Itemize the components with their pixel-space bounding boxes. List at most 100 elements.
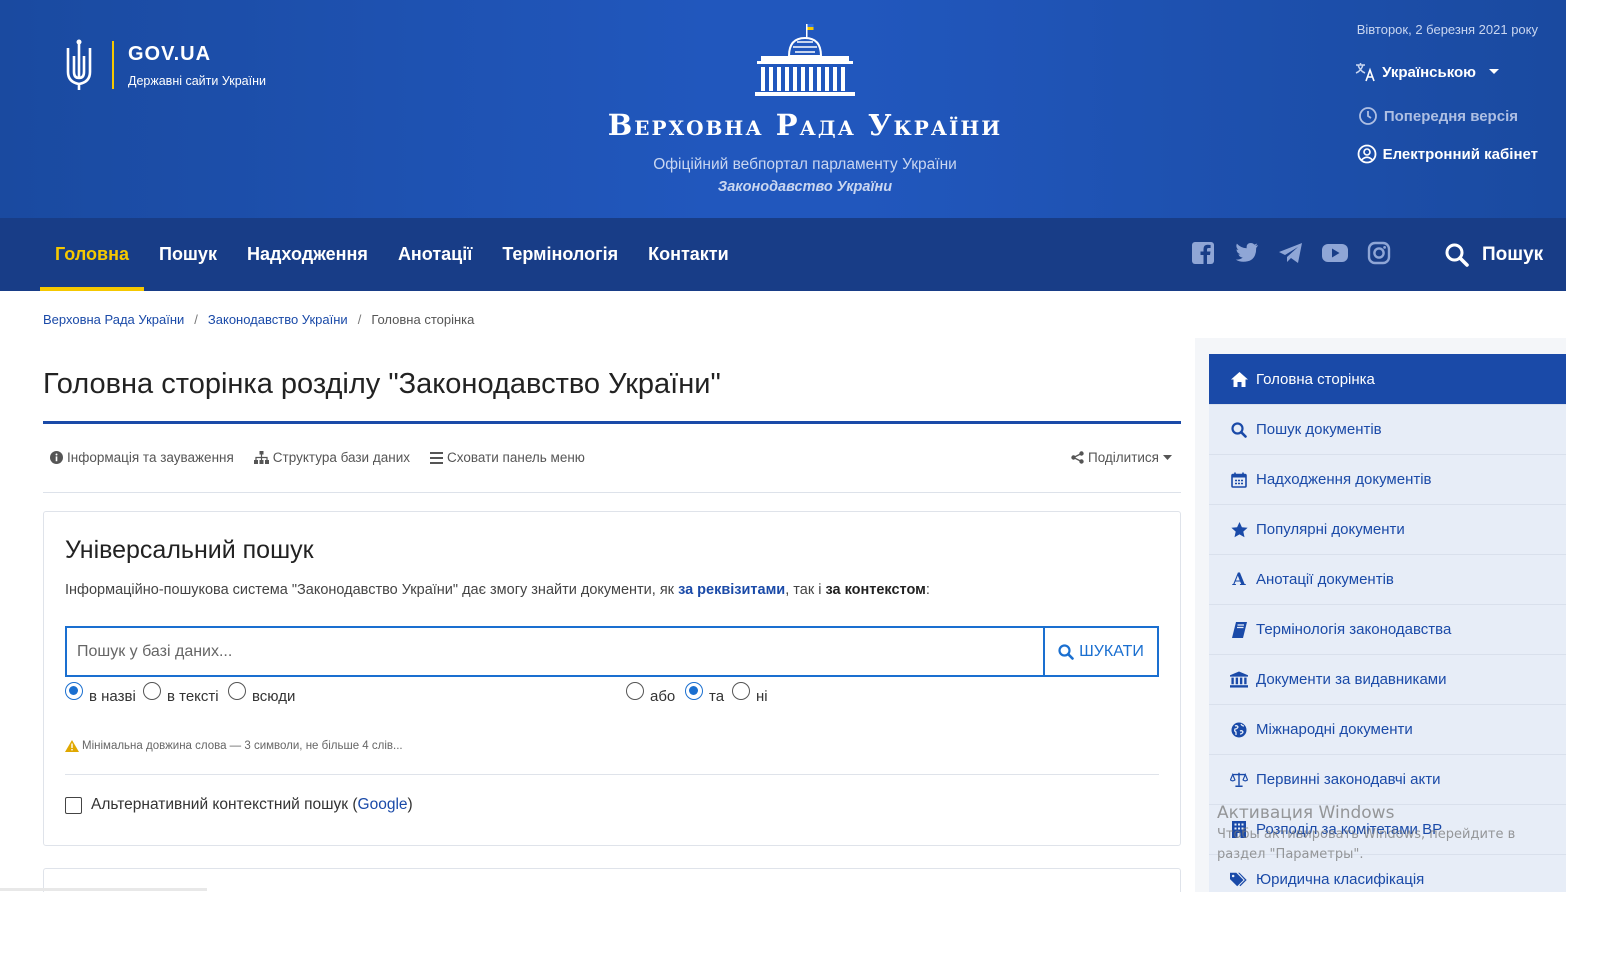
nav-search-label: Пошук [1482, 244, 1544, 265]
cabinet-link[interactable]: Електронний кабінет [1357, 144, 1538, 164]
desc-prefix: Інформаційно-пошукова система "Законодав… [65, 582, 679, 598]
radio-circle-checked [65, 682, 83, 700]
nav-item-arrivals[interactable]: Надходження [232, 218, 383, 291]
breadcrumb-item-legislation[interactable]: Законодавство України [208, 312, 348, 327]
sidebar-item-search[interactable]: Пошук документів [1209, 405, 1566, 455]
sidebar-item-terminology[interactable]: Термінологія законодавства [1209, 605, 1566, 655]
sidebar-item-arrivals[interactable]: Надходження документів [1209, 455, 1566, 505]
info-label: Інформація та зауваження [67, 450, 234, 465]
radio-circle [626, 682, 644, 700]
sidebar-item-label: Анотації документів [1256, 571, 1394, 588]
book-icon [1230, 621, 1248, 639]
site-header: GOV.UA Державні сайти України Верховна Р… [0, 0, 1566, 218]
alt-search-label: Альтернативний контекстний пошук (Google… [91, 796, 413, 814]
radio-and[interactable]: та [685, 682, 724, 705]
windows-activation-watermark: Активация Windows Чтобы активировать Win… [1217, 803, 1567, 865]
search-input[interactable] [67, 628, 1043, 675]
cabinet-label: Електронний кабінет [1382, 145, 1538, 163]
search-submit-label: ШУКАТИ [1079, 642, 1144, 660]
previous-version-link[interactable]: Попередня версія [1358, 106, 1518, 126]
sidebar-item-international[interactable]: Міжнародні документи [1209, 705, 1566, 755]
nav-item-home[interactable]: Головна [40, 218, 144, 291]
sidebar-item-popular[interactable]: Популярні документи [1209, 505, 1566, 555]
sidebar-item-label: Юридична класифікація [1256, 871, 1425, 888]
sidebar-item-publishers[interactable]: Документи за видавниками [1209, 655, 1566, 705]
title-divider [43, 421, 1181, 424]
telegram-icon[interactable] [1278, 240, 1304, 266]
calendar-icon [1230, 471, 1248, 489]
radio-everywhere[interactable]: всюди [228, 682, 295, 705]
search-hint: Мінімальна довжина слова — 3 символи, не… [65, 740, 403, 752]
history-icon [1358, 107, 1377, 125]
site-subtitle: Офіційний вебпортал парламенту України [653, 156, 957, 173]
instagram-icon[interactable] [1366, 240, 1392, 266]
structure-link[interactable]: Структура бази даних [253, 450, 410, 465]
share-dropdown[interactable]: Поділитися [1071, 450, 1172, 465]
search-icon [1058, 643, 1074, 660]
user-circle-icon [1357, 144, 1376, 164]
alt-search-suffix: ) [407, 796, 413, 813]
radio-in-text[interactable]: в тексті [143, 682, 219, 705]
radio-not[interactable]: ні [732, 682, 768, 705]
youtube-icon[interactable] [1322, 240, 1348, 266]
nav-item-annotations[interactable]: Анотації [383, 218, 487, 291]
page-toolbar: Інформація та зауваження Структура бази … [50, 450, 1172, 465]
page-bottom [0, 892, 1614, 969]
info-link[interactable]: Інформація та зауваження [50, 450, 234, 465]
hide-menu-link[interactable]: Сховати панель меню [430, 450, 585, 465]
govua-separator [112, 41, 114, 89]
site-title: Верховна Рада України [607, 108, 1003, 142]
sidebar-item-annotations[interactable]: A Анотації документів [1209, 555, 1566, 605]
main-nav: Головна Пошук Надходження Анотації Термі… [0, 218, 1566, 291]
radio-and-label: та [709, 688, 725, 705]
nav-search-button[interactable]: Пошук [1444, 242, 1543, 268]
desc-middle: , так і [785, 582, 826, 598]
language-label: Українською [1382, 63, 1476, 81]
translate-icon [1355, 63, 1375, 82]
search-icon [1445, 243, 1469, 267]
bars-icon [430, 451, 443, 464]
alt-search-prefix: Альтернативний контекстний пошук ( [91, 796, 358, 813]
structure-label: Структура бази даних [272, 450, 410, 465]
sidebar-item-primary-acts[interactable]: Первинні законодавчі акти [1209, 755, 1566, 805]
caret-down-icon [1163, 454, 1172, 460]
activation-title: Активация Windows [1217, 803, 1395, 823]
radio-in-title[interactable]: в назві [65, 682, 136, 705]
nav-item-search[interactable]: Пошук [144, 218, 232, 291]
language-selector[interactable]: Українською [1354, 62, 1500, 82]
caret-down-icon [1489, 69, 1499, 74]
share-icon [1071, 451, 1084, 464]
sidebar-item-home[interactable]: Головна сторінка [1209, 354, 1566, 405]
nav-item-terminology[interactable]: Термінологія [487, 218, 633, 291]
parliament-building-icon [755, 24, 855, 96]
radio-circle [143, 682, 161, 700]
govua-logo[interactable]: GOV.UA Державні сайти України [60, 38, 266, 92]
google-link[interactable]: Google [358, 796, 408, 813]
trident-icon [66, 39, 92, 90]
card-divider [65, 774, 1159, 775]
search-submit-button[interactable]: ШУКАТИ [1043, 628, 1157, 675]
radio-in-title-label: в назві [89, 688, 136, 705]
twitter-icon[interactable] [1234, 240, 1260, 266]
sidebar-item-label: Документи за видавниками [1256, 671, 1447, 688]
current-date: Вівторок, 2 березня 2021 року [1356, 22, 1538, 37]
alt-search-checkbox[interactable]: Альтернативний контекстний пошук (Google… [65, 796, 413, 814]
site-logo[interactable]: Верховна Рада України Офіційний вебпорта… [580, 22, 1030, 195]
nav-menu: Головна Пошук Надходження Анотації Термі… [40, 218, 744, 291]
govua-subtitle: Державні сайти України [128, 74, 266, 88]
radio-not-label: ні [756, 688, 768, 705]
facebook-icon[interactable] [1190, 240, 1216, 266]
warning-icon [65, 740, 79, 752]
sidebar-item-label: Популярні документи [1256, 521, 1405, 538]
nav-item-contacts[interactable]: Контакти [633, 218, 744, 291]
by-requisites-link[interactable]: за реквізитами [678, 582, 785, 598]
site-section: Законодавство України [717, 179, 893, 195]
by-context-text: за контекстом [825, 582, 926, 598]
radio-or[interactable]: або [626, 682, 675, 705]
globe-icon [1230, 721, 1248, 739]
home-icon [1230, 370, 1248, 388]
social-links [1190, 240, 1392, 266]
search-card-description: Інформаційно-пошукова система "Законодав… [65, 582, 930, 598]
breadcrumb-item-rada[interactable]: Верховна Рада України [43, 312, 184, 327]
horizontal-scrollbar[interactable] [0, 888, 207, 891]
